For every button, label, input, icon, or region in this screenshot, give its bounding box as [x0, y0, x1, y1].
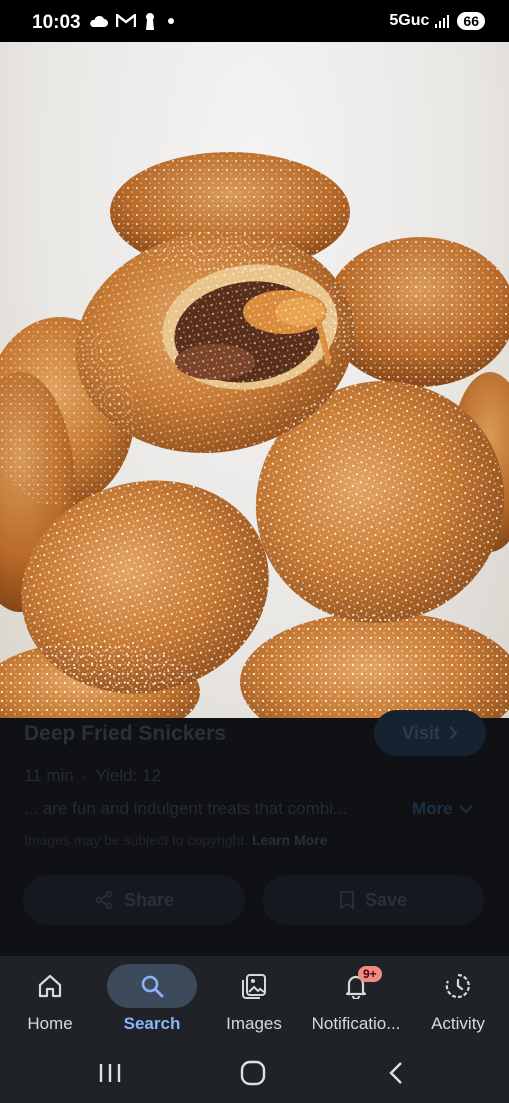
back-icon [389, 1062, 402, 1084]
status-notification-icons [88, 12, 178, 30]
share-label: Share [123, 889, 175, 910]
status-time: 10:03 [32, 12, 81, 33]
nav-notifications[interactable]: 9+ Notificatio... [306, 956, 406, 1044]
more-button[interactable]: More [412, 799, 473, 819]
keyhole-icon [146, 13, 154, 30]
gmail-icon [116, 14, 136, 27]
meta-separator: · [81, 766, 88, 785]
save-label: Save [364, 889, 408, 910]
status-right: 5Guc 66 [389, 12, 485, 30]
back-button[interactable] [376, 1058, 416, 1088]
chevron-right-icon [449, 726, 458, 740]
home-button[interactable] [233, 1058, 273, 1088]
visit-button[interactable]: Visit [374, 710, 486, 756]
copyright-text: Images may be subject to copyright. [24, 832, 249, 848]
status-bar: 10:03 5Guc 66 [0, 0, 509, 42]
images-icon [242, 974, 266, 999]
recent-apps-button[interactable] [90, 1058, 130, 1088]
bottom-nav: Home Search Images 9+ Notificatio... Act… [0, 956, 509, 1044]
home-icon [38, 974, 62, 998]
visit-label: Visit [402, 722, 440, 743]
copyright-notice: Images may be subject to copyright. Lear… [24, 832, 327, 848]
learn-more-link[interactable]: Learn More [252, 832, 327, 848]
recipe-meta: 11 min · Yield: 12 [24, 766, 161, 786]
recent-apps-icon [99, 1064, 121, 1082]
nav-images[interactable]: Images [209, 956, 299, 1044]
bookmark-icon [340, 891, 354, 910]
nav-search[interactable]: Search [107, 956, 197, 1044]
nav-home-label: Home [27, 1014, 73, 1033]
network-type: 5Guc [389, 12, 430, 29]
nav-home[interactable]: Home [5, 956, 95, 1044]
nav-activity-label: Activity [431, 1014, 485, 1033]
share-icon [95, 890, 113, 910]
more-label: More [412, 799, 453, 818]
nav-images-label: Images [226, 1014, 282, 1033]
chevron-down-icon [458, 805, 473, 814]
battery-level: 66 [457, 12, 485, 30]
activity-icon [445, 973, 470, 999]
result-title[interactable]: Deep Fried Snickers [24, 722, 226, 746]
recipe-time: 11 min [24, 766, 74, 785]
result-description: ... are fun and indulgent treats that co… [24, 799, 348, 818]
home-circle-icon [240, 1060, 266, 1086]
signal-icon [435, 15, 450, 28]
nav-notifications-label: Notificatio... [311, 1014, 401, 1033]
search-icon [141, 975, 164, 998]
cloud-icon [90, 15, 108, 27]
fried-snickers-image [0, 152, 509, 718]
result-image[interactable] [0, 42, 509, 718]
system-nav-bar [0, 1044, 509, 1103]
recipe-yield: Yield: 12 [95, 766, 161, 785]
save-button[interactable]: Save [262, 875, 484, 925]
nav-activity[interactable]: Activity [413, 956, 503, 1044]
nav-search-label: Search [123, 1014, 181, 1033]
notification-badge: 9+ [358, 966, 382, 982]
share-button[interactable]: Share [23, 875, 245, 925]
dot-icon [168, 18, 174, 24]
